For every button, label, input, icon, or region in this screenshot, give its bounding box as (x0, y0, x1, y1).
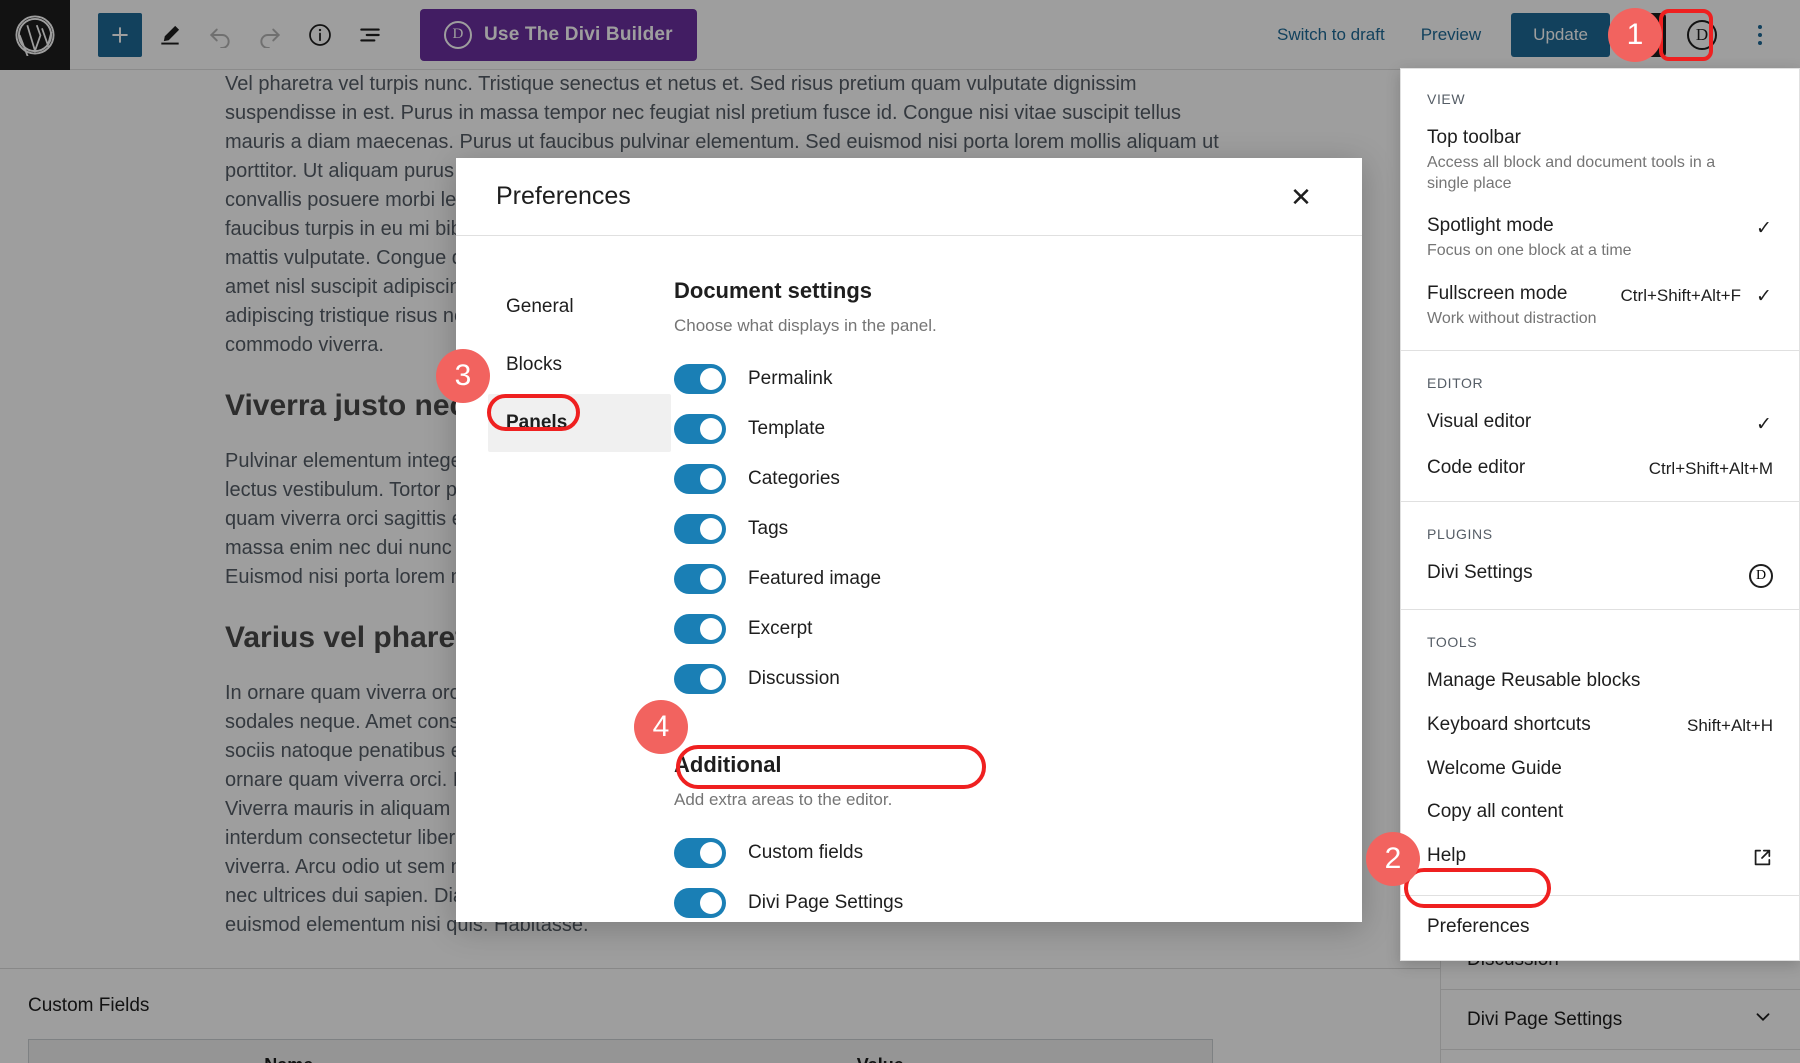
menu-group-label-editor: EDITOR (1401, 361, 1799, 401)
additional-subtitle: Add extra areas to the editor. (674, 790, 1302, 810)
toggle-switch[interactable] (674, 664, 726, 694)
menu-item-shortcut: Shift+Alt+H (1687, 716, 1773, 736)
menu-item-title: Help (1427, 844, 1466, 868)
toggle-label: Featured image (748, 568, 881, 590)
toggle-label: Excerpt (748, 618, 812, 640)
highlight-ring-panels (487, 394, 580, 431)
menu-item-description: Work without distraction (1427, 309, 1597, 330)
checkmark-icon: ✓ (1755, 285, 1773, 308)
menu-item-keyboard-shortcuts[interactable]: Keyboard shortcuts Shift+Alt+H (1401, 704, 1799, 748)
toggle-row-excerpt[interactable]: Excerpt (674, 612, 1302, 646)
checkmark-icon: ✓ (1755, 217, 1773, 240)
menu-item-title: Welcome Guide (1427, 757, 1562, 781)
divi-d-icon: D (1749, 564, 1773, 588)
highlight-ring-gear-button (1659, 9, 1713, 61)
menu-item-title: Preferences (1427, 915, 1529, 939)
menu-item-visual-editor[interactable]: Visual editor ✓ (1401, 401, 1799, 447)
toggle-label: Custom fields (748, 842, 863, 864)
menu-item-title: Spotlight mode (1427, 214, 1632, 238)
modal-header: Preferences ✕ (456, 158, 1362, 236)
toggle-switch[interactable] (674, 464, 726, 494)
menu-item-spotlight-mode[interactable]: Spotlight mode Focus on one block at a t… (1401, 205, 1799, 273)
toggle-switch[interactable] (674, 838, 726, 868)
menu-item-title: Copy all content (1427, 800, 1563, 824)
menu-item-copy-all-content[interactable]: Copy all content (1401, 791, 1799, 835)
menu-divider (1401, 501, 1799, 502)
menu-item-description: Access all block and document tools in a… (1427, 153, 1727, 195)
menu-item-title: Top toolbar (1427, 126, 1727, 150)
toggle-switch[interactable] (674, 514, 726, 544)
toggle-row-template[interactable]: Template (674, 412, 1302, 446)
toggle-label: Divi Page Settings (748, 892, 903, 914)
menu-item-divi-settings[interactable]: Divi Settings D (1401, 552, 1799, 599)
menu-item-title: Manage Reusable blocks (1427, 669, 1640, 693)
document-settings-subtitle: Choose what displays in the panel. (674, 316, 1302, 336)
menu-item-welcome-guide[interactable]: Welcome Guide (1401, 748, 1799, 792)
menu-item-title: Keyboard shortcuts (1427, 713, 1591, 737)
modal-title: Preferences (496, 182, 631, 211)
toggle-label: Permalink (748, 368, 832, 390)
toggle-switch[interactable] (674, 614, 726, 644)
external-link-icon (1751, 847, 1773, 874)
modal-body: General Blocks Panels Document settings … (456, 236, 1362, 922)
menu-item-title: Code editor (1427, 456, 1525, 480)
menu-item-shortcut: Ctrl+Shift+Alt+F (1621, 286, 1741, 306)
annotation-badge-4: 4 (634, 700, 688, 754)
toggle-switch[interactable] (674, 414, 726, 444)
menu-item-shortcut: Ctrl+Shift+Alt+M (1649, 459, 1773, 479)
screen-root: D Use The Divi Builder Switch to draft P… (0, 0, 1800, 1063)
document-settings-title: Document settings (674, 278, 1302, 304)
toggle-switch[interactable] (674, 364, 726, 394)
toggle-row-tags[interactable]: Tags (674, 512, 1302, 546)
menu-group-label-view: VIEW (1401, 77, 1799, 117)
annotation-badge-1: 1 (1608, 8, 1662, 62)
menu-divider (1401, 609, 1799, 610)
checkmark-icon: ✓ (1755, 413, 1773, 436)
toggle-row-permalink[interactable]: Permalink (674, 362, 1302, 396)
preferences-menu-item[interactable]: Preferences (1401, 906, 1799, 950)
editor-options-menu: VIEW Top toolbar Access all block and do… (1400, 68, 1800, 961)
nav-item-blocks[interactable]: Blocks (488, 336, 671, 394)
highlight-ring-preferences (1404, 868, 1551, 908)
toggle-label: Discussion (748, 668, 840, 690)
menu-item-top-toolbar[interactable]: Top toolbar Access all block and documen… (1401, 117, 1799, 205)
annotation-badge-2: 2 (1366, 832, 1420, 886)
toggle-switch[interactable] (674, 888, 726, 918)
menu-item-manage-reusable-blocks[interactable]: Manage Reusable blocks (1401, 660, 1799, 704)
nav-item-general[interactable]: General (488, 278, 671, 336)
toggle-row-divi-page-settings[interactable]: Divi Page Settings (674, 886, 1302, 920)
preferences-modal: Preferences ✕ General Blocks Panels Docu… (456, 158, 1362, 922)
menu-divider (1401, 350, 1799, 351)
menu-item-title: Fullscreen mode (1427, 282, 1597, 306)
menu-group-label-tools: TOOLS (1401, 620, 1799, 660)
menu-item-title: Visual editor (1427, 410, 1531, 434)
menu-item-title: Divi Settings (1427, 561, 1533, 585)
close-icon[interactable]: ✕ (1280, 176, 1322, 218)
toggle-switch[interactable] (674, 564, 726, 594)
menu-group-label-plugins: PLUGINS (1401, 512, 1799, 552)
toggle-row-featured-image[interactable]: Featured image (674, 562, 1302, 596)
modal-content-pane: Document settings Choose what displays i… (671, 278, 1362, 922)
toggle-label: Tags (748, 518, 788, 540)
toggle-label: Categories (748, 468, 840, 490)
menu-item-code-editor[interactable]: Code editor Ctrl+Shift+Alt+M (1401, 447, 1799, 491)
annotation-badge-3: 3 (436, 349, 490, 403)
highlight-ring-custom-fields (676, 745, 986, 789)
menu-item-description: Focus on one block at a time (1427, 241, 1632, 262)
toggle-row-categories[interactable]: Categories (674, 462, 1302, 496)
custom-fields-toggle-row[interactable]: Custom fields (674, 836, 1302, 870)
toggle-label: Template (748, 418, 825, 440)
menu-item-fullscreen-mode[interactable]: Fullscreen mode Work without distraction… (1401, 273, 1799, 341)
toggle-row-discussion[interactable]: Discussion (674, 662, 1302, 696)
